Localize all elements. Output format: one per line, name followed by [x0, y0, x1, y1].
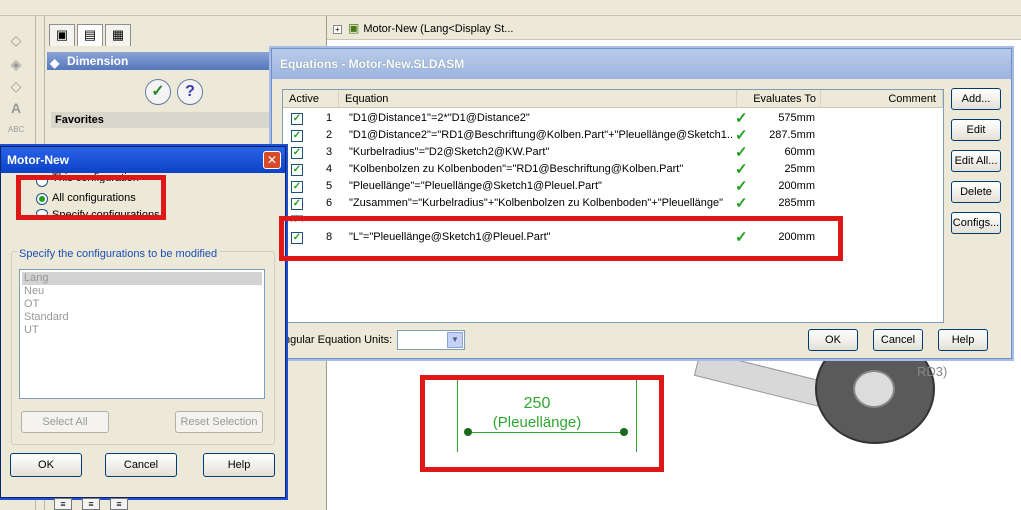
ok-button[interactable]: OK: [808, 329, 858, 351]
valid-check-icon: ✓: [735, 178, 748, 195]
top-toolbar-strip: [0, 0, 1021, 16]
equations-table: Active Equation Evaluates To Comment ✓ 1…: [282, 89, 944, 323]
units-label: ngular Equation Units:: [284, 334, 393, 346]
highlight-box-dimension: [420, 375, 664, 472]
motor-new-title: Motor-New: [1, 147, 285, 173]
abc-tool-icon[interactable]: ABC: [8, 122, 24, 138]
equations-dialog: Equations - Motor-New.SLDASM Active Equa…: [271, 48, 1012, 359]
active-checkbox[interactable]: ✓: [291, 198, 303, 210]
col-active[interactable]: Active: [283, 90, 339, 108]
active-checkbox[interactable]: ✓: [291, 130, 303, 142]
units-select[interactable]: ▼: [397, 330, 465, 350]
valid-check-icon: ✓: [735, 127, 748, 144]
list-item[interactable]: Standard: [22, 311, 262, 324]
highlight-box-equation-8: [279, 216, 843, 261]
table-row[interactable]: ✓ 5 "Pleuellänge"="Pleuellänge@Sketch1@P…: [283, 178, 943, 195]
config-group-label: Specify the configurations to be modifie…: [17, 248, 220, 260]
valid-check-icon: ✓: [735, 144, 748, 161]
configs-button[interactable]: Configs...: [951, 212, 1001, 234]
dimension-icon: ◆: [50, 56, 60, 70]
favorites-header: Favorites: [51, 112, 281, 128]
edit-all-button[interactable]: Edit All...: [951, 150, 1001, 172]
help-question-icon[interactable]: ?: [177, 79, 203, 105]
select-all-button[interactable]: Select All: [21, 411, 109, 433]
list-item[interactable]: Neu: [22, 285, 262, 298]
feature-tree-tab[interactable]: ▣: [49, 24, 75, 46]
list-item[interactable]: OT: [22, 298, 262, 311]
pm-header: ◆ Dimension: [47, 52, 281, 70]
align-icon[interactable]: ≡: [54, 498, 72, 510]
active-checkbox[interactable]: ✓: [291, 147, 303, 159]
config-tab[interactable]: ▦: [105, 24, 131, 46]
tool-icon[interactable]: ◇: [8, 32, 24, 48]
list-item[interactable]: Lang: [22, 272, 262, 285]
col-evaluates[interactable]: Evaluates To: [737, 90, 821, 108]
text-tool-icon[interactable]: A: [8, 100, 24, 116]
close-icon[interactable]: ✕: [263, 151, 281, 169]
align-icon[interactable]: ≡: [82, 498, 100, 510]
cancel-button[interactable]: Cancel: [105, 453, 177, 477]
highlight-box-all-configs: [16, 175, 166, 220]
active-checkbox[interactable]: ✓: [291, 113, 303, 125]
config-list[interactable]: Lang Neu OT Standard UT: [19, 269, 265, 399]
edit-button[interactable]: Edit: [951, 119, 1001, 141]
table-row[interactable]: ✓ 4 "Kolbenbolzen zu Kolbenboden"="RD1@B…: [283, 161, 943, 178]
cancel-button[interactable]: Cancel: [873, 329, 923, 351]
add-button[interactable]: Add...: [951, 88, 1001, 110]
property-tab[interactable]: ▤: [77, 24, 103, 46]
col-equation[interactable]: Equation: [339, 90, 737, 108]
tree-root-label[interactable]: Motor-New (Lang<Display St...: [363, 23, 513, 35]
bottom-toolbar: ≡ ≡ ≡: [44, 498, 134, 510]
active-checkbox[interactable]: ✓: [291, 181, 303, 193]
valid-check-icon: ✓: [735, 110, 748, 127]
ok-button[interactable]: OK: [10, 453, 82, 477]
ok-check-icon[interactable]: ✓: [145, 79, 171, 105]
help-button[interactable]: Help: [203, 453, 275, 477]
assembly-icon: ▣: [348, 21, 360, 35]
table-row[interactable]: ✓ 1 "D1@Distance1"=2*"D1@Distance2" ✓ 57…: [283, 110, 943, 127]
table-row[interactable]: ✓ 2 "D1@Distance2"="RD1@Beschriftung@Kol…: [283, 127, 943, 144]
feature-tree-flyout: + ▣ Motor-New (Lang<Display St...: [327, 16, 1021, 40]
wheel-hub: [853, 370, 895, 408]
expand-icon[interactable]: +: [333, 25, 342, 34]
list-item[interactable]: UT: [22, 324, 262, 337]
valid-check-icon: ✓: [735, 161, 748, 178]
active-checkbox[interactable]: ✓: [291, 164, 303, 176]
valid-check-icon: ✓: [735, 195, 748, 212]
reset-selection-button[interactable]: Reset Selection: [175, 411, 263, 433]
dimension-label-rd3: RD3): [917, 364, 948, 379]
delete-button[interactable]: Delete: [951, 181, 1001, 203]
chevron-down-icon[interactable]: ▼: [447, 332, 463, 348]
table-row[interactable]: ✓ 3 "Kurbelradius"="D2@Sketch2@KW.Part" …: [283, 144, 943, 161]
pm-title: Dimension: [67, 54, 129, 68]
help-button[interactable]: Help: [938, 329, 988, 351]
tool-icon[interactable]: ◈: [8, 56, 24, 72]
table-row[interactable]: ✓ 6 "Zusammen"="Kurbelradius"+"Kolbenbol…: [283, 195, 943, 212]
tool-icon[interactable]: ◇: [8, 78, 24, 94]
align-icon[interactable]: ≡: [110, 498, 128, 510]
col-comment[interactable]: Comment: [821, 90, 943, 108]
equations-title: Equations - Motor-New.SLDASM: [272, 49, 1011, 79]
